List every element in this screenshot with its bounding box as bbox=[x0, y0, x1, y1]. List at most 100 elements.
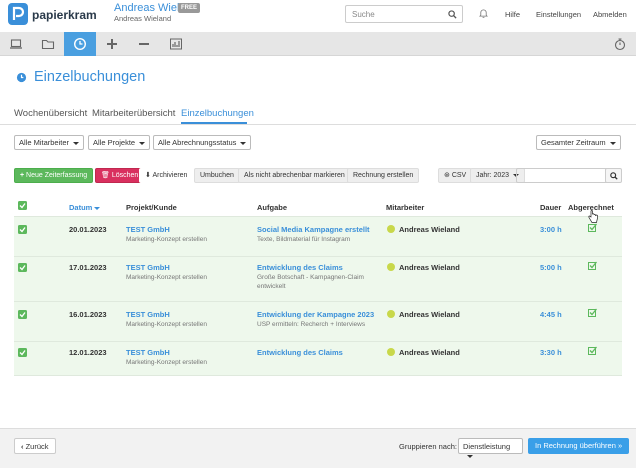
folder-icon bbox=[41, 39, 55, 50]
row-client-link[interactable]: TEST GmbH bbox=[126, 310, 170, 319]
tab-reports[interactable] bbox=[160, 32, 192, 56]
column-header-date[interactable]: Datum bbox=[69, 203, 101, 212]
settings-link[interactable]: Einstellungen bbox=[536, 10, 581, 19]
search-input[interactable]: Suche bbox=[345, 5, 463, 23]
sort-desc-icon bbox=[94, 206, 101, 210]
row-checkbox[interactable] bbox=[18, 263, 27, 272]
chevron-down-icon bbox=[609, 141, 616, 145]
check-icon bbox=[19, 350, 26, 356]
trash-icon: 🗑 bbox=[101, 172, 112, 179]
row-checkbox[interactable] bbox=[18, 348, 27, 357]
column-header-duration: Dauer bbox=[540, 203, 562, 212]
row-project: Marketing-Konzept erstellen bbox=[126, 321, 207, 328]
subtab-single-entries[interactable]: Einzelbuchungen bbox=[181, 108, 254, 119]
project-filter-value: Alle Projekte bbox=[93, 138, 136, 147]
logout-link[interactable]: Abmelden bbox=[593, 10, 627, 19]
row-date: 12.01.2023 bbox=[69, 348, 107, 357]
rebook-button[interactable]: Umbuchen bbox=[194, 168, 240, 183]
row-divider bbox=[14, 375, 622, 376]
billed-check-icon bbox=[588, 261, 597, 270]
tab-time-tracking[interactable] bbox=[64, 32, 96, 56]
row-duration-link[interactable]: 4:45 h bbox=[540, 310, 562, 319]
row-task-description: USP ermitteln: Recherch + Interviews bbox=[257, 321, 366, 328]
column-header-project: Projekt/Kunde bbox=[126, 203, 177, 212]
row-checkbox[interactable] bbox=[18, 225, 27, 234]
papierkram-logo-icon[interactable] bbox=[8, 3, 28, 25]
delete-button[interactable]: 🗑 Löschen bbox=[95, 168, 145, 183]
page-title: Einzelbuchungen bbox=[34, 69, 146, 85]
new-time-entry-button[interactable]: + Neue Zeiterfassung bbox=[14, 168, 94, 183]
column-date-label: Datum bbox=[69, 203, 93, 212]
help-link[interactable]: Hilfe bbox=[505, 10, 520, 19]
row-employee: Andreas Wieland bbox=[399, 263, 460, 272]
app-root: papierkram Andreas Wieland FREE Andreas … bbox=[0, 0, 636, 468]
period-filter-select[interactable]: Gesamter Zeitraum bbox=[536, 135, 621, 150]
select-all-checkbox[interactable] bbox=[18, 201, 27, 210]
bell-icon[interactable] bbox=[479, 8, 488, 18]
company-name: Andreas Wieland bbox=[114, 14, 172, 23]
divider bbox=[0, 124, 636, 125]
row-duration-link[interactable]: 5:00 h bbox=[540, 263, 562, 272]
row-date: 20.01.2023 bbox=[69, 225, 107, 234]
back-button[interactable]: ‹ Zurück bbox=[14, 438, 56, 454]
row-employee: Andreas Wieland bbox=[399, 225, 460, 234]
minus-icon bbox=[139, 43, 149, 45]
employee-filter-value: Alle Mitarbeiter bbox=[19, 138, 70, 147]
delete-label: Löschen bbox=[111, 172, 139, 179]
row-task-link[interactable]: Entwicklung der Kampagne 2023 bbox=[257, 310, 374, 319]
check-icon bbox=[19, 227, 26, 233]
new-time-entry-label: Neue Zeiterfassung bbox=[26, 172, 88, 179]
search-icon bbox=[609, 171, 618, 180]
avatar bbox=[387, 225, 395, 233]
csv-export-button[interactable]: ⊛ CSV bbox=[438, 168, 473, 183]
tab-dashboard[interactable] bbox=[0, 32, 32, 56]
row-client-link[interactable]: TEST GmbH bbox=[126, 348, 170, 357]
project-filter-select[interactable]: Alle Projekte bbox=[88, 135, 151, 150]
chevron-down-icon bbox=[240, 141, 247, 145]
row-client-link[interactable]: TEST GmbH bbox=[126, 225, 170, 234]
main-nav bbox=[0, 32, 636, 56]
column-header-task: Aufgabe bbox=[257, 203, 287, 212]
row-task-link[interactable]: Social Media Kampagne erstellt bbox=[257, 225, 370, 234]
top-bar: papierkram Andreas Wieland FREE Andreas … bbox=[0, 0, 636, 32]
group-by-select[interactable]: Dienstleistung bbox=[458, 438, 523, 458]
chart-icon bbox=[170, 38, 182, 50]
billed-check-icon bbox=[588, 308, 597, 317]
tab-timer[interactable] bbox=[604, 32, 636, 56]
row-task-link[interactable]: Entwicklung des Claims bbox=[257, 263, 343, 272]
archive-button[interactable]: ⬇ Archivieren bbox=[139, 168, 194, 183]
subtab-weekly[interactable]: Wochenübersicht bbox=[14, 108, 87, 119]
row-task-description: Große Botschaft - Kampagnen-Claim bbox=[257, 274, 364, 281]
row-client-link[interactable]: TEST GmbH bbox=[126, 263, 170, 272]
search-icon[interactable] bbox=[448, 10, 457, 19]
chevron-down-icon bbox=[139, 141, 146, 145]
mark-non-billable-button[interactable]: Als nicht abrechenbar markieren bbox=[238, 168, 351, 183]
table-row[interactable] bbox=[14, 342, 622, 375]
clock-icon bbox=[16, 72, 27, 83]
tab-expenses[interactable] bbox=[128, 32, 160, 56]
logo-text[interactable]: papierkram bbox=[32, 8, 97, 22]
row-duration-link[interactable]: 3:30 h bbox=[540, 348, 562, 357]
tab-documents[interactable] bbox=[32, 32, 64, 56]
filter-search-button[interactable] bbox=[605, 168, 622, 183]
group-by-label: Gruppieren nach: bbox=[399, 442, 457, 451]
subtab-employees[interactable]: Mitarbeiterübersicht bbox=[92, 108, 175, 119]
check-icon bbox=[19, 265, 26, 271]
filter-search-input[interactable] bbox=[516, 168, 608, 183]
row-task-description-cont: entwickelt bbox=[257, 283, 286, 290]
transfer-to-invoice-button[interactable]: In Rechnung überführen » bbox=[528, 438, 630, 454]
csv-label: CSV bbox=[451, 172, 467, 179]
row-date: 16.01.2023 bbox=[69, 310, 107, 319]
employee-filter-select[interactable]: Alle Mitarbeiter bbox=[14, 135, 85, 150]
row-task-link[interactable]: Entwicklung des Claims bbox=[257, 348, 343, 357]
clock-icon bbox=[73, 37, 87, 51]
row-duration-link[interactable]: 3:00 h bbox=[540, 225, 562, 234]
row-checkbox[interactable] bbox=[18, 310, 27, 319]
tab-income[interactable] bbox=[96, 32, 128, 56]
plus-icon bbox=[107, 39, 117, 49]
year-value: Jahr: 2023 bbox=[476, 172, 510, 179]
hand-cursor-icon bbox=[588, 210, 598, 223]
row-project: Marketing-Konzept erstellen bbox=[126, 236, 207, 243]
create-invoice-button[interactable]: Rechnung erstellen bbox=[347, 168, 420, 183]
billing-filter-select[interactable]: Alle Abrechnungsstatus bbox=[153, 135, 252, 150]
